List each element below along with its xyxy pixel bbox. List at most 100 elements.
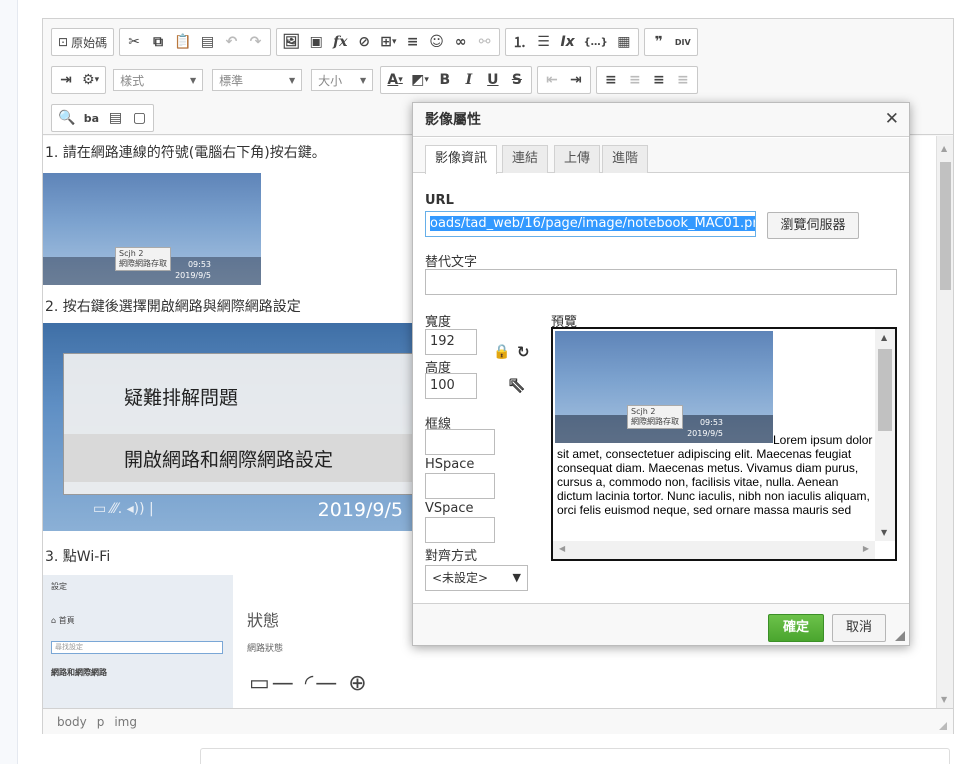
cut-icon[interactable]: ✂	[123, 31, 145, 53]
context-menu-screenshot-image[interactable]: 疑難排解問題 開啟網路和網際網路設定 ▭ ⁄⁄⁄. ◂)) | 2019/9/5	[43, 323, 443, 531]
source-label: 原始碼	[71, 35, 108, 50]
horizontal-line-icon[interactable]: ≡	[402, 31, 424, 53]
scrollbar-thumb[interactable]	[940, 162, 951, 290]
styles-dropdown[interactable]: 樣式 ▼	[113, 69, 204, 91]
redo-icon[interactable]: ↷	[245, 31, 267, 53]
maximize-icon[interactable]: ▢	[128, 107, 150, 129]
search-icon[interactable]: 🔍	[55, 107, 78, 129]
strikethrough-icon[interactable]: S	[506, 69, 528, 91]
width-input[interactable]: 192	[425, 329, 477, 355]
reset-size-icon[interactable]: ↻	[517, 343, 530, 361]
lock-icon[interactable]: 🔒	[493, 344, 510, 360]
align-justify-icon[interactable]: ≡	[672, 69, 694, 91]
gear-icon[interactable]: ⚙ ▾	[79, 69, 102, 91]
format-dropdown[interactable]: 標準 ▼	[212, 69, 303, 91]
dialog-title[interactable]: 影像屬性	[413, 103, 909, 137]
settings-header: 設定	[51, 582, 67, 591]
blockquote-icon[interactable]: ❞	[648, 31, 670, 53]
below-field[interactable]	[200, 748, 950, 764]
dialog-resize-icon[interactable]	[895, 631, 905, 641]
preview-scrollbar-thumb[interactable]	[878, 349, 892, 431]
alt-text-input[interactable]	[425, 269, 897, 295]
align-right-icon[interactable]: ≡	[648, 69, 670, 91]
source-button[interactable]: ⊡ 原始碼	[55, 31, 110, 53]
template-icon[interactable]: ▦	[613, 31, 635, 53]
ok-button[interactable]: 確定	[768, 614, 824, 642]
menu-item-open-settings: 開啟網路和網際網路設定	[64, 434, 422, 482]
status-subtitle: 網路狀態	[247, 644, 284, 654]
scroll-down-icon[interactable]: ▼	[941, 695, 947, 704]
path-img[interactable]: img	[114, 715, 137, 729]
path-p[interactable]: p	[97, 715, 105, 729]
underline-icon[interactable]: U	[482, 69, 504, 91]
align-label: 對齊方式	[425, 549, 478, 564]
background-color-icon[interactable]: ◩ ▾	[408, 69, 432, 91]
show-blocks-icon[interactable]: ⇥	[55, 69, 77, 91]
text-color-icon[interactable]: A ▾	[384, 69, 406, 91]
select-all-icon[interactable]: ▤	[104, 107, 126, 129]
image-icon[interactable]: 🖼	[280, 31, 304, 53]
preview-image: Scjh 2 網際網路存取 09:53 2019/9/5	[555, 331, 773, 443]
taskbar-screenshot-image[interactable]: Scjh 2 網際網路存取 09:53 2019/9/5	[43, 173, 261, 285]
formula-icon[interactable]: fx	[329, 31, 351, 53]
div-icon[interactable]: DIV	[672, 31, 694, 53]
tab-advanced[interactable]: 進階	[602, 145, 649, 173]
resize-grip-icon[interactable]	[939, 722, 947, 730]
chevron-down-icon: ▼	[288, 75, 296, 85]
preview-scrollbar[interactable]: ▲ ▼	[875, 329, 895, 541]
link-icon[interactable]: ∞	[450, 31, 472, 53]
settings-screenshot-image[interactable]: 設定 ⌂ 首頁 尋找設定 網路和網際網路 狀態 網路狀態 ▭— ◜— ⊕	[43, 575, 443, 708]
align-select-value: <未設定>	[432, 571, 489, 585]
italic-icon[interactable]: I	[458, 69, 480, 91]
scroll-up-icon[interactable]: ▲	[881, 333, 887, 342]
browse-server-button[interactable]: 瀏覽伺服器	[767, 212, 859, 239]
align-left-icon[interactable]: ≡	[600, 69, 622, 91]
special-char-icon[interactable]: ⊘	[353, 31, 375, 53]
paste-text-icon[interactable]: ▤	[197, 31, 219, 53]
undo-icon[interactable]: ↶	[221, 31, 243, 53]
cancel-button[interactable]: 取消	[832, 614, 886, 642]
numbered-list-icon[interactable]: ⒈	[509, 31, 531, 53]
styles-dropdown-label: 樣式	[120, 73, 145, 88]
content-scrollbar[interactable]: ▲ ▼	[936, 136, 953, 708]
bold-icon[interactable]: B	[434, 69, 456, 91]
border-input[interactable]	[425, 429, 495, 455]
scroll-up-icon[interactable]: ▲	[941, 144, 947, 153]
taskbar-tooltip: Scjh 2 網際網路存取	[115, 247, 171, 271]
settings-home: ⌂ 首頁	[51, 615, 75, 626]
close-icon[interactable]: ✕	[885, 109, 899, 129]
height-input[interactable]: 100	[425, 373, 477, 399]
hspace-input[interactable]	[425, 473, 495, 499]
code-icon[interactable]: {…}	[581, 31, 611, 53]
scroll-right-icon[interactable]: ▶	[863, 544, 869, 553]
preview-tooltip-title: Scjh 2	[631, 407, 656, 416]
smiley-icon[interactable]: ☺	[426, 31, 448, 53]
paste-icon[interactable]: 📋	[171, 31, 194, 53]
bullet-list-icon[interactable]: ☰	[533, 31, 555, 53]
url-input[interactable]: oads/tad_web/16/page/image/notebook_MAC0…	[425, 211, 756, 237]
table-icon[interactable]: ⊞ ▾	[377, 31, 399, 53]
tab-image-info[interactable]: 影像資訊	[425, 145, 498, 174]
scroll-left-icon[interactable]: ◀	[559, 544, 565, 553]
toolbar-row-2: ⇥ ⚙ ▾ 樣式 ▼ 標準 ▼ 大小 ▼ A ▾ ◩ ▾ B I U S ⇤ ⇥…	[51, 65, 698, 95]
copy-icon[interactable]: ⧉	[147, 31, 169, 53]
dialog-tabs: 影像資訊 連結 上傳 進階	[413, 138, 909, 174]
font-size-dropdown[interactable]: 大小 ▼	[311, 69, 374, 91]
vspace-input[interactable]	[425, 517, 495, 543]
replace-icon[interactable]: ba	[80, 107, 102, 129]
toolbar-group-text: A ▾ ◩ ▾ B I U S	[380, 66, 532, 94]
path-body[interactable]: body	[57, 715, 87, 729]
flash-icon[interactable]: ▣	[305, 31, 327, 53]
scroll-down-icon[interactable]: ▼	[881, 528, 887, 537]
remove-format-icon[interactable]: Ix	[557, 31, 579, 53]
tab-link[interactable]: 連結	[502, 145, 549, 173]
outdent-icon[interactable]: ⇤	[541, 69, 563, 91]
page-left-strip	[0, 0, 18, 764]
preview-hscrollbar[interactable]: ◀ ▶	[553, 541, 875, 559]
align-center-icon[interactable]: ≡	[624, 69, 646, 91]
indent-icon[interactable]: ⇥	[565, 69, 587, 91]
tab-upload[interactable]: 上傳	[554, 145, 601, 173]
toolbar-group-insert: 🖼 ▣ fx ⊘ ⊞ ▾ ≡ ☺ ∞ ⚯	[275, 28, 500, 56]
align-select[interactable]: <未設定> ▼	[425, 565, 528, 591]
unlink-icon[interactable]: ⚯	[474, 31, 496, 53]
